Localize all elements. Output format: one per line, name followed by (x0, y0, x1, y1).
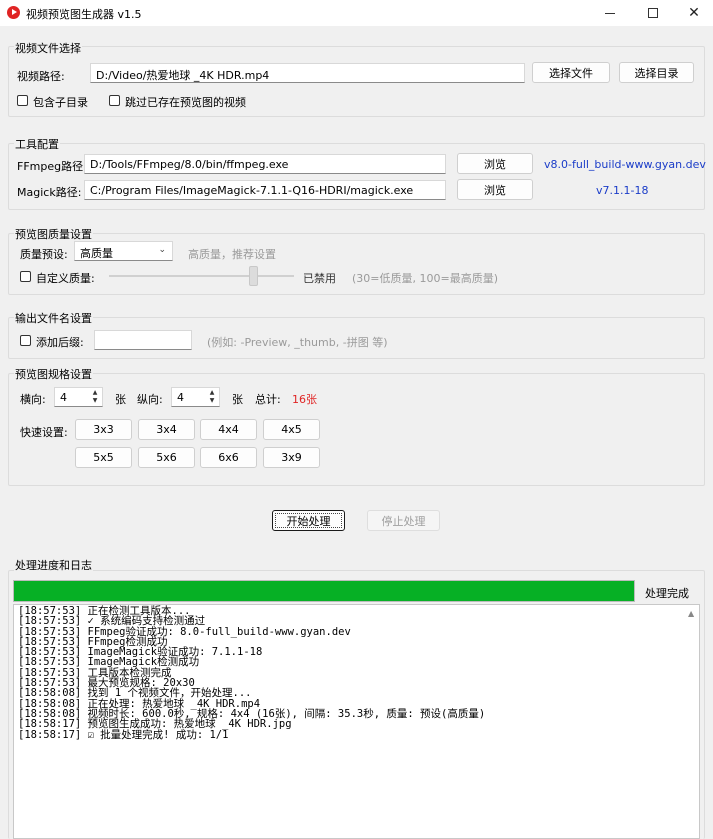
vertical-label: 纵向: (137, 393, 163, 406)
start-button[interactable]: 开始处理 (272, 510, 345, 531)
include-subdirs-checkbox[interactable] (17, 95, 28, 106)
custom-quality-status: 已禁用 (303, 272, 336, 285)
horizontal-spinbox[interactable]: 4 ▲ ▼ (54, 387, 103, 407)
quick-setting-label: 快速设置: (20, 426, 68, 439)
quick-5x6-button[interactable]: 5x6 (138, 447, 195, 468)
chevron-down-icon: ⌄ (158, 245, 166, 255)
video-path-input[interactable]: D:/Video/热爱地球 _4K HDR.mp4 (90, 63, 525, 83)
spin-arrows-icon[interactable]: ▲ ▼ (206, 389, 218, 405)
magick-version-text: v7.1.1-18 (596, 184, 649, 197)
minimize-button[interactable] (588, 0, 632, 26)
quick-4x5-button[interactable]: 4x5 (263, 419, 320, 440)
quality-preset-hint: 高质量，推荐设置 (188, 248, 276, 261)
ffmpeg-version-text: v8.0-full_build-www.gyan.dev (544, 158, 706, 171)
stop-button[interactable]: 停止处理 (367, 510, 440, 531)
maximize-button[interactable] (631, 0, 675, 26)
minimize-icon (605, 12, 615, 14)
tools-group-title: 工具配置 (14, 136, 60, 152)
progress-bar-fill (14, 581, 634, 601)
spin-arrows-icon[interactable]: ▲ ▼ (89, 389, 101, 405)
custom-quality-slider-thumb[interactable] (248, 266, 258, 286)
vertical-unit: 张 (232, 393, 243, 406)
ffmpeg-browse-button[interactable]: 浏览 (457, 153, 533, 174)
custom-quality-checkbox[interactable] (20, 271, 31, 282)
log-textarea[interactable]: [18:57:53] 正在检测工具版本... [18:57:53] ✓ 系统编码支… (13, 604, 700, 839)
close-icon: ✕ (688, 5, 700, 21)
suffix-hint: (例如: -Preview, _thumb, -拼图 等) (207, 336, 388, 349)
quality-preset-value: 高质量 (80, 247, 113, 260)
custom-quality-slider-track[interactable] (109, 275, 294, 277)
vertical-value: 4 (177, 391, 184, 404)
progress-status: 处理完成 (645, 587, 689, 600)
include-subdirs-label: 包含子目录 (33, 96, 88, 109)
add-suffix-label: 添加后缀: (36, 336, 84, 349)
magick-path-input[interactable]: C:/Program Files/ImageMagick-7.1.1-Q16-H… (84, 180, 446, 200)
add-suffix-checkbox[interactable] (20, 335, 31, 346)
skip-existing-label: 跳过已存在预览图的视频 (125, 96, 246, 109)
total-label: 总计: (255, 393, 281, 406)
magick-browse-button[interactable]: 浏览 (457, 179, 533, 200)
quick-3x4-button[interactable]: 3x4 (138, 419, 195, 440)
horizontal-label: 横向: (20, 393, 46, 406)
grid-group-title: 预览图规格设置 (14, 366, 93, 382)
log-lines: [18:57:53] 正在检测工具版本... [18:57:53] ✓ 系统编码支… (18, 606, 485, 740)
quick-3x9-button[interactable]: 3x9 (263, 447, 320, 468)
horizontal-unit: 张 (115, 393, 126, 406)
magick-path-label: Magick路径: (17, 186, 82, 199)
ffmpeg-path-label: FFmpeg路径: (17, 160, 87, 173)
scroll-up-icon[interactable]: ▲ (688, 609, 694, 618)
quick-5x5-button[interactable]: 5x5 (75, 447, 132, 468)
output-group-title: 输出文件名设置 (14, 310, 93, 326)
suffix-input[interactable] (94, 330, 192, 350)
quality-group-title: 预览图质量设置 (14, 226, 93, 242)
window-title: 视频预览图生成器 v1.5 (26, 8, 142, 21)
quick-3x3-button[interactable]: 3x3 (75, 419, 132, 440)
video-path-label: 视频路径: (17, 70, 65, 83)
quality-preset-select[interactable]: 高质量 ⌄ (74, 241, 173, 261)
log-line: [18:58:17] ☑ 批量处理完成! 成功: 1/1 (18, 728, 229, 741)
app-logo-icon (7, 6, 20, 19)
progress-bar (13, 580, 635, 602)
vertical-spinbox[interactable]: 4 ▲ ▼ (171, 387, 220, 407)
video-select-group-title: 视频文件选择 (14, 40, 82, 56)
quality-preset-label: 质量预设: (20, 248, 68, 261)
select-file-button[interactable]: 选择文件 (532, 62, 610, 83)
quick-6x6-button[interactable]: 6x6 (200, 447, 257, 468)
horizontal-value: 4 (60, 391, 67, 404)
total-value: 16张 (292, 393, 317, 406)
ffmpeg-path-input[interactable]: D:/Tools/FFmpeg/8.0/bin/ffmpeg.exe (84, 154, 446, 174)
title-bar: 视频预览图生成器 v1.5 ✕ (0, 0, 713, 26)
maximize-icon (648, 8, 658, 18)
close-button[interactable]: ✕ (672, 0, 713, 26)
custom-quality-hint: (30=低质量, 100=最高质量) (352, 272, 499, 285)
skip-existing-checkbox[interactable] (109, 95, 120, 106)
select-directory-button[interactable]: 选择目录 (619, 62, 694, 83)
quick-4x4-button[interactable]: 4x4 (200, 419, 257, 440)
custom-quality-label: 自定义质量: (36, 272, 95, 285)
progress-group-title: 处理进度和日志 (14, 557, 93, 573)
